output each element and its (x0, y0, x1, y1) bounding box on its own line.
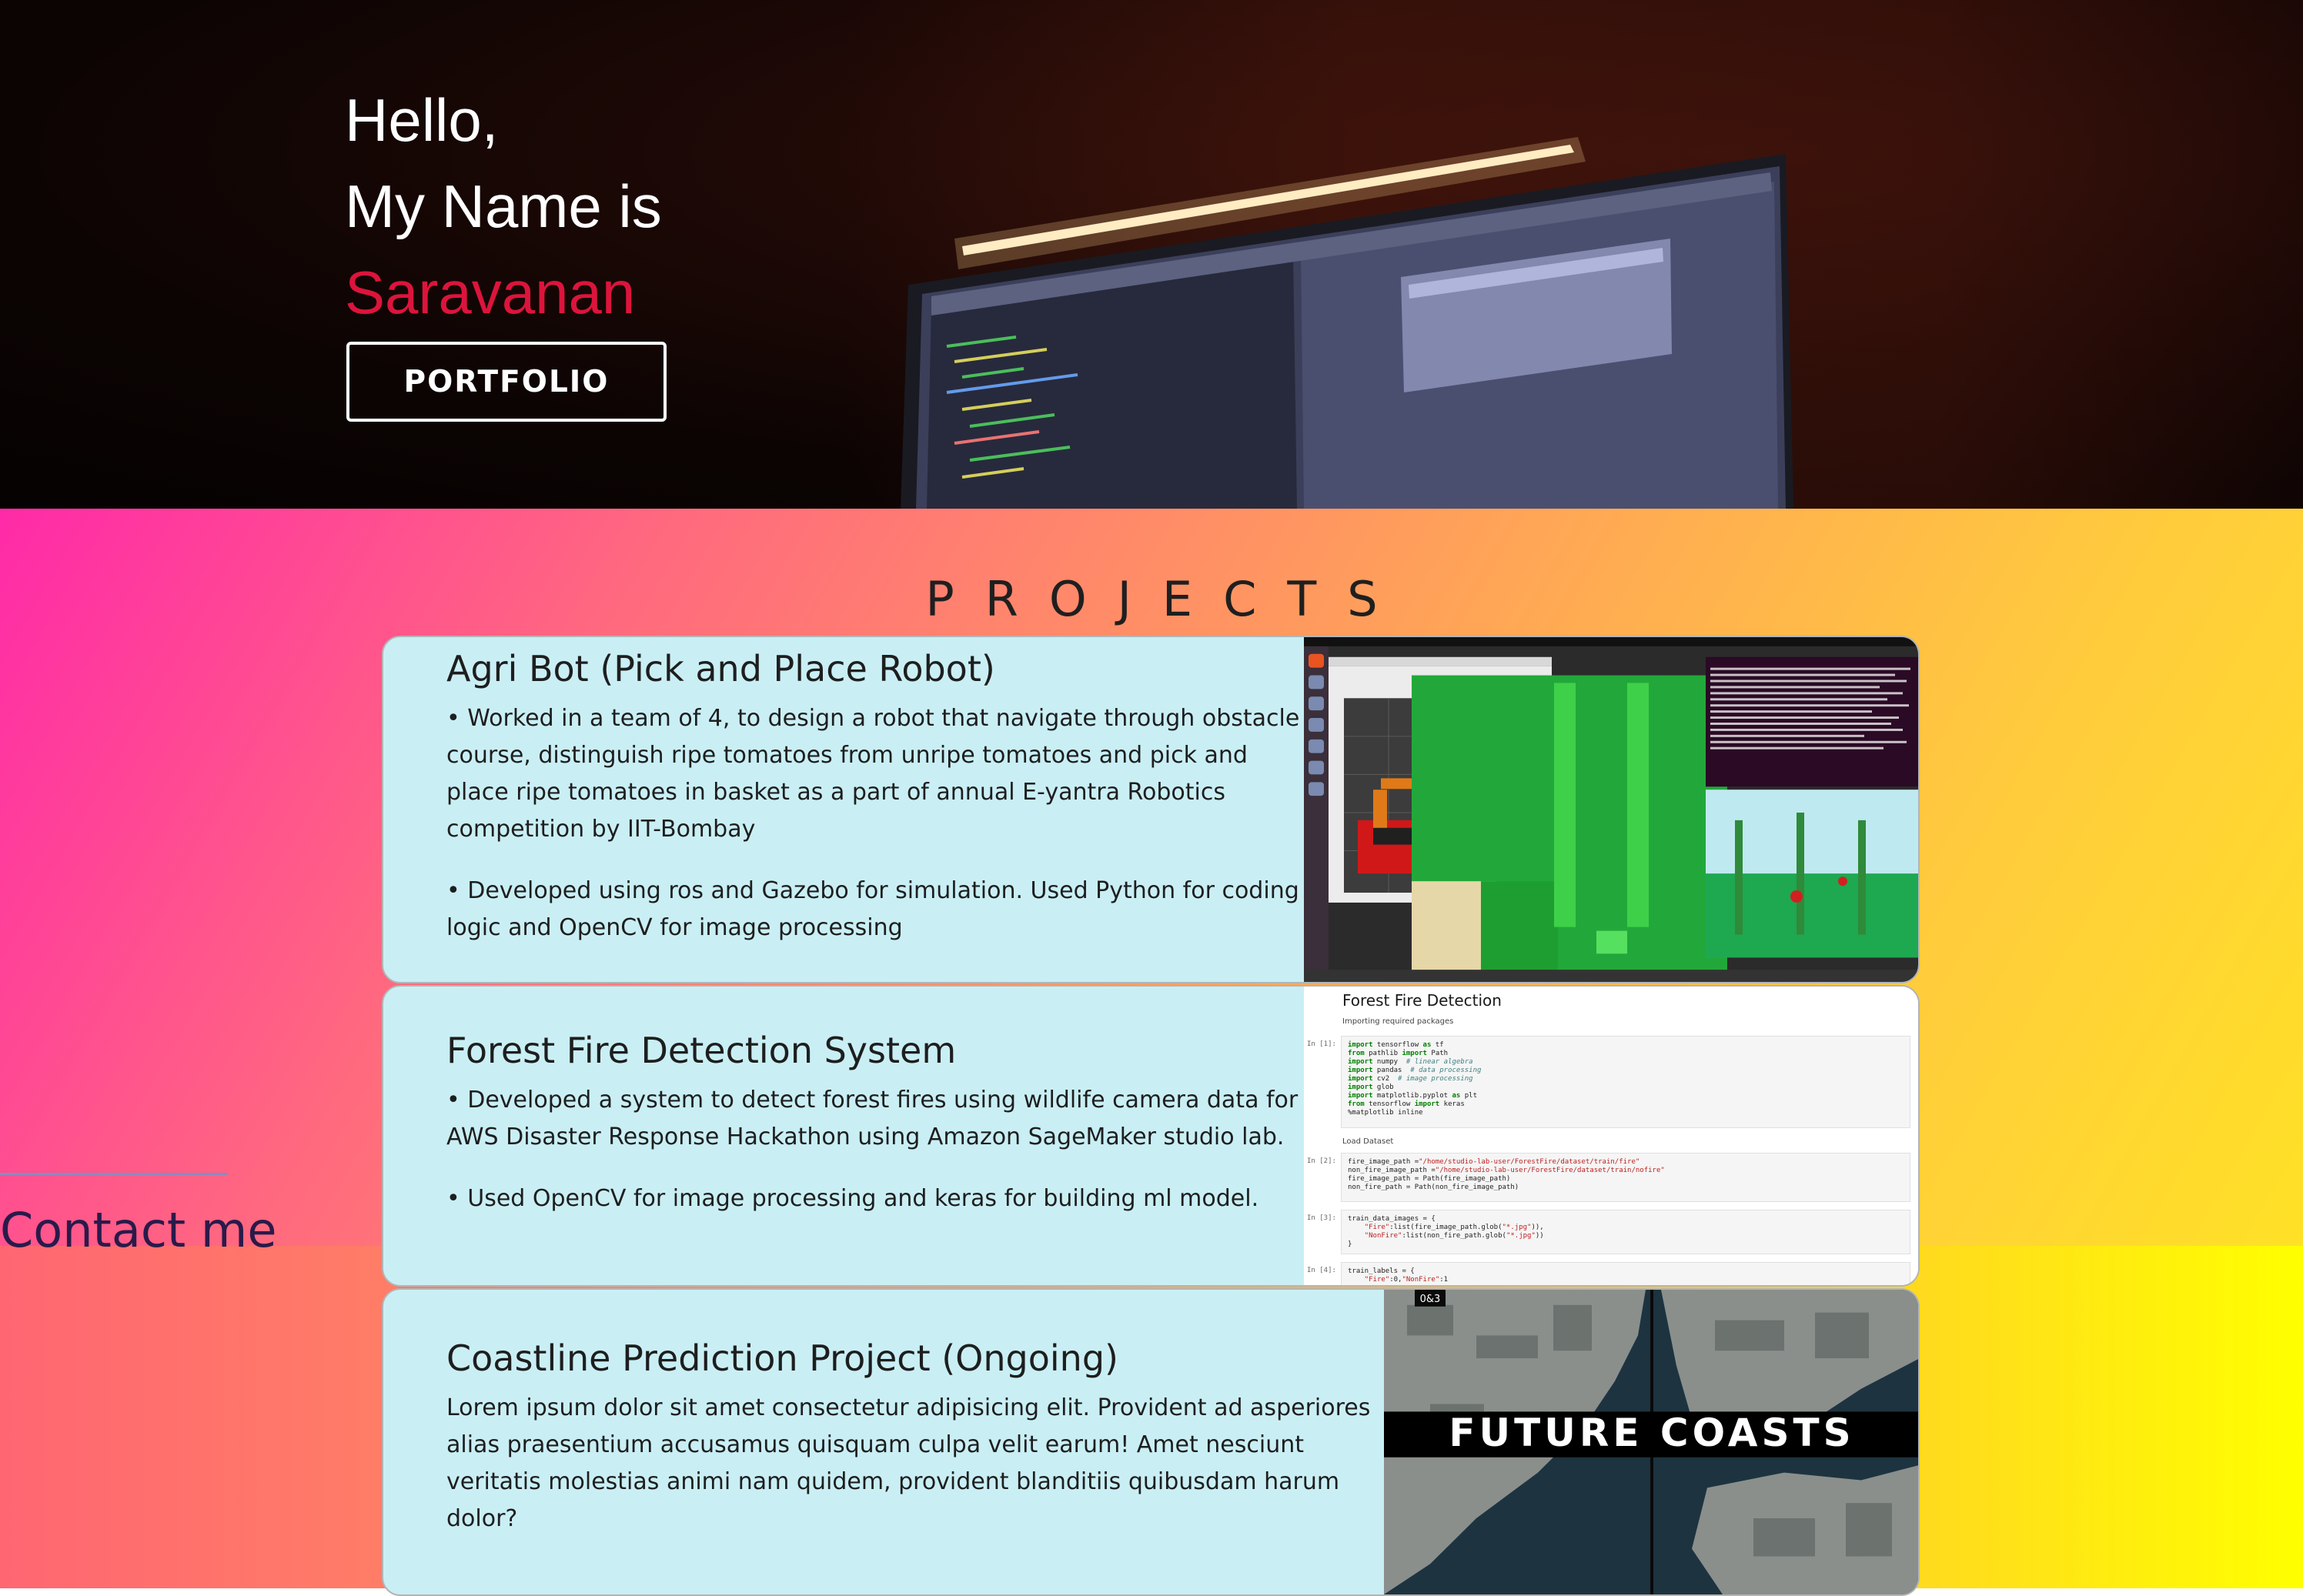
monitor-photo (901, 137, 1793, 509)
project-card-content: Coastline Prediction Project (Ongoing) L… (446, 1337, 1387, 1538)
project-point: • Developed using ros and Gazebo for sim… (446, 877, 1299, 941)
notebook-code-cell: fire_image_path ="/home/studio-lab-user/… (1341, 1153, 1910, 1202)
project-title: Coastline Prediction Project (Ongoing) (446, 1337, 1118, 1379)
project-description: Lorem ipsum dolor sit amet consectetur a… (446, 1394, 1371, 1532)
forest-fire-notebook-screenshot: Forest Fire Detection Importing required… (1304, 987, 1918, 1285)
notebook-title: Forest Fire Detection (1342, 991, 1502, 1010)
agri-bot-screenshot (1304, 637, 1918, 982)
project-card-forest-fire: Forest Fire Detection System • Developed… (382, 985, 1920, 1287)
contact-divider (0, 1173, 228, 1175)
portfolio-button[interactable]: PORTFOLIO (346, 342, 667, 422)
notebook-section-label: Load Dataset (1342, 1137, 1394, 1146)
future-coasts-image: FUTURE COASTS 0&3 (1384, 1290, 1918, 1594)
hero-greeting: Hello, (345, 86, 499, 154)
hero-heading: Hello, My Name is Saravanan (345, 77, 662, 336)
project-title: Agri Bot (Pick and Place Robot) (446, 648, 995, 689)
hero-intro: My Name is (345, 172, 662, 240)
contact-heading: Contact me (0, 1202, 277, 1258)
future-coasts-caption: FUTURE COASTS (1449, 1411, 1854, 1455)
projects-heading: PROJECTS (925, 571, 1409, 627)
project-point: • Worked in a team of 4, to design a rob… (446, 705, 1300, 843)
hero-section: Hello, My Name is Saravanan PORTFOLIO (0, 0, 2303, 509)
notebook-code-cell: train_data_images = { "Fire":list(fire_i… (1341, 1210, 1910, 1254)
image-badge: 0&3 (1420, 1294, 1441, 1305)
project-point: • Used OpenCV for image processing and k… (446, 1185, 1259, 1212)
notebook-prompt: In [4]: (1307, 1267, 1336, 1274)
notebook-prompt: In [3]: (1307, 1214, 1336, 1222)
project-card-coastline: Coastline Prediction Project (Ongoing) L… (382, 1288, 1920, 1596)
notebook-section-label: Importing required packages (1342, 1017, 1454, 1026)
notebook-code-cell: train_labels = { "Fire":0,"NonFire":1 (1341, 1262, 1910, 1285)
notebook-prompt: In [1]: (1307, 1040, 1336, 1048)
project-card-content: Forest Fire Detection System • Developed… (446, 1030, 1301, 1217)
project-card-agri-bot: Agri Bot (Pick and Place Robot) • Worked… (382, 636, 1920, 983)
project-card-content: Agri Bot (Pick and Place Robot) • Worked… (446, 648, 1301, 947)
notebook-code-cell: import tensorflow as tf from pathlib imp… (1341, 1036, 1910, 1128)
notebook-prompt: In [2]: (1307, 1157, 1336, 1165)
project-point: • Developed a system to detect forest fi… (446, 1087, 1299, 1150)
project-title: Forest Fire Detection System (446, 1030, 957, 1071)
hero-name: Saravanan (345, 259, 636, 326)
